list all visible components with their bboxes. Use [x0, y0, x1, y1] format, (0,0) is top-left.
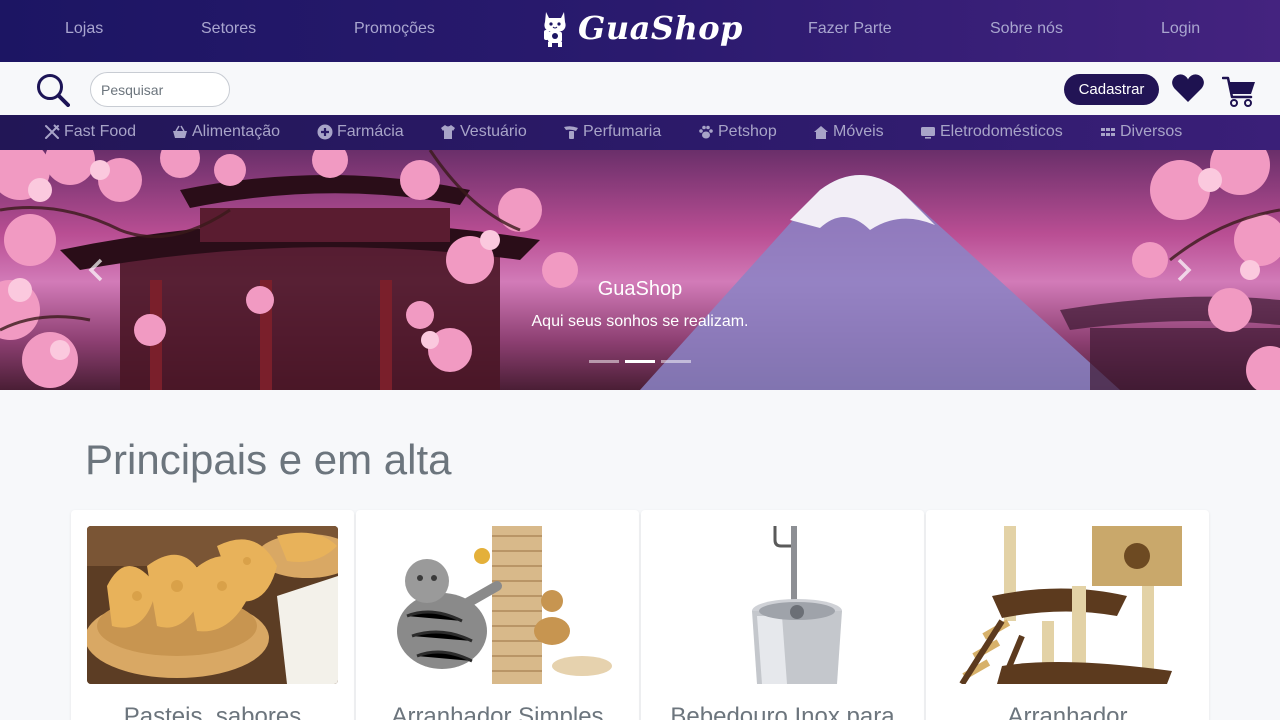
product-image-water-fountain[interactable]: [657, 526, 908, 684]
lucky-cat-icon: [544, 12, 566, 47]
brand-logo[interactable]: GuaShop: [540, 6, 743, 50]
top-navbar: Lojas Setores Promoções GuaShop Fazer Pa…: [0, 0, 1280, 62]
cart-icon[interactable]: [1222, 74, 1256, 108]
nav-link-setores[interactable]: Setores: [201, 20, 256, 38]
nav-link-promocoes[interactable]: Promoções: [354, 20, 435, 38]
carousel-title: GuaShop: [597, 278, 683, 300]
hero-carousel: GuaShop Aqui seus sonhos se realizam.: [0, 150, 1280, 390]
product-title[interactable]: Bebedouro Inox para: [641, 703, 924, 720]
category-label: Vestuário: [460, 123, 527, 140]
product-card[interactable]: Arranhador Simples: [356, 510, 639, 720]
category-perfumaria[interactable]: Perfumaria: [563, 123, 661, 141]
category-label: Eletrodomésticos: [940, 123, 1063, 140]
category-label: Petshop: [718, 123, 777, 140]
category-bar: Fast Food Alimentação Farmácia Vestuário…: [0, 115, 1280, 150]
product-title[interactable]: Arranhador: [926, 703, 1209, 720]
tv-icon: [921, 127, 935, 139]
category-alimentacao[interactable]: Alimentação: [172, 123, 280, 141]
carousel-subtitle: Aqui seus sonhos se realizam.: [531, 313, 749, 330]
category-label: Farmácia: [337, 123, 404, 140]
product-title[interactable]: Arranhador Simples: [356, 703, 639, 720]
heart-icon[interactable]: [1171, 72, 1205, 104]
product-title[interactable]: Pasteis, sabores: [71, 703, 354, 720]
category-label: Alimentação: [192, 123, 281, 140]
carousel-slide-image: [0, 150, 1280, 390]
category-farmacia[interactable]: Farmácia: [317, 123, 404, 141]
product-card[interactable]: Bebedouro Inox para: [641, 510, 924, 720]
category-label: Perfumaria: [583, 123, 662, 140]
category-vestuario[interactable]: Vestuário: [440, 123, 527, 141]
search-icon[interactable]: [36, 73, 70, 107]
register-button[interactable]: Cadastrar: [1064, 74, 1159, 105]
nav-link-fazer-parte[interactable]: Fazer Parte: [808, 20, 892, 38]
paw-icon: [699, 125, 713, 139]
carousel-indicator-1[interactable]: [589, 360, 619, 363]
category-fast-food[interactable]: Fast Food: [44, 123, 136, 141]
medical-plus-icon: [317, 124, 333, 140]
perfume-icon: [564, 126, 578, 139]
nav-link-lojas[interactable]: Lojas: [65, 20, 103, 38]
basket-icon: [173, 125, 187, 138]
category-label: Diversos: [1120, 123, 1183, 140]
category-petshop[interactable]: Petshop: [698, 123, 777, 141]
nav-link-login[interactable]: Login: [1161, 20, 1200, 38]
carousel-indicator-3[interactable]: [661, 360, 691, 363]
product-card[interactable]: Pasteis, sabores: [71, 510, 354, 720]
tshirt-icon: [441, 125, 455, 139]
carousel-indicator-2[interactable]: [625, 360, 655, 363]
utensils-icon: [45, 124, 60, 139]
product-card[interactable]: Arranhador: [926, 510, 1209, 720]
search-bar: Cadastrar: [0, 62, 1280, 115]
product-image-pastries[interactable]: [87, 526, 338, 684]
product-image-scratching-post[interactable]: [372, 526, 623, 684]
category-eletrodomesticos[interactable]: Eletrodomésticos: [920, 123, 1063, 141]
product-image-cat-tree[interactable]: [942, 526, 1193, 684]
house-icon: [814, 126, 828, 139]
category-label: Fast Food: [64, 123, 137, 140]
brand-name: GuaShop: [578, 9, 743, 47]
search-input[interactable]: [90, 72, 230, 107]
nav-link-sobre-nos[interactable]: Sobre nós: [990, 20, 1063, 38]
grid-icon: [1101, 128, 1115, 136]
category-label: Móveis: [833, 123, 884, 140]
category-moveis[interactable]: Móveis: [813, 123, 884, 141]
category-diversos[interactable]: Diversos: [1100, 123, 1182, 141]
section-title: Principais e em alta: [85, 436, 452, 483]
